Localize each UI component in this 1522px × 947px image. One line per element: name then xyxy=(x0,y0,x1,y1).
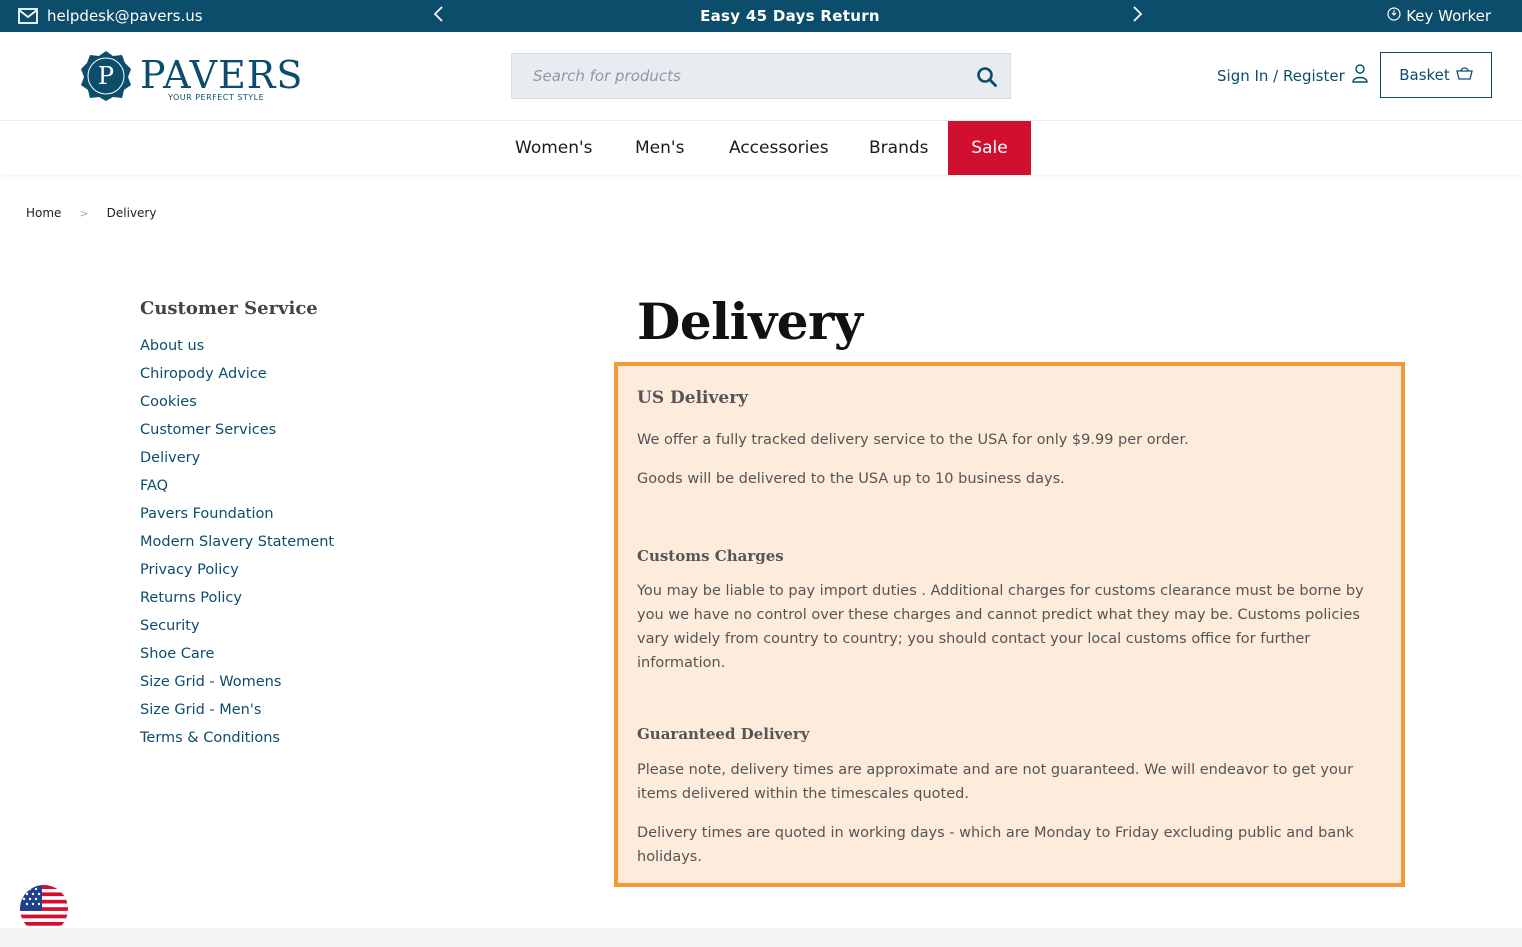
search-icon xyxy=(977,67,997,87)
breadcrumb-current: Delivery xyxy=(106,206,157,220)
key-worker-icon xyxy=(1387,7,1401,25)
us-delivery-heading: US Delivery xyxy=(637,388,749,408)
sidebar-link-about-us[interactable]: About us xyxy=(140,338,440,366)
key-worker-label: Key Worker xyxy=(1406,7,1491,25)
guaranteed-delivery-heading: Guaranteed Delivery xyxy=(637,725,810,743)
chevron-left-icon xyxy=(433,6,445,26)
page-title: Delivery xyxy=(637,292,863,351)
us-delivery-paragraph-1: We offer a fully tracked delivery servic… xyxy=(637,432,1189,448)
promo-next-button[interactable] xyxy=(1131,0,1143,32)
sidebar-link-returns-policy[interactable]: Returns Policy xyxy=(140,590,440,618)
search-input[interactable] xyxy=(512,54,962,98)
basket-icon xyxy=(1455,66,1473,84)
us-flag-icon xyxy=(20,885,68,933)
footer-strip xyxy=(0,928,1522,947)
pavers-logo-icon: P xyxy=(80,50,132,106)
main-nav: Women's Men's Accessories Brands Sale xyxy=(0,121,1522,175)
sidebar-link-privacy-policy[interactable]: Privacy Policy xyxy=(140,562,440,590)
customer-service-sidebar: Customer Service About us Chiropody Advi… xyxy=(140,298,440,758)
sidebar-link-shoe-care[interactable]: Shoe Care xyxy=(140,646,440,674)
sidebar-link-terms-conditions[interactable]: Terms & Conditions xyxy=(140,730,440,758)
promo-prev-button[interactable] xyxy=(433,0,445,32)
pavers-logo[interactable]: P PAVERS YOUR PERFECT STYLE xyxy=(80,50,304,106)
basket-button[interactable]: Basket xyxy=(1380,52,1492,98)
nav-sale[interactable]: Sale xyxy=(948,121,1031,175)
helpdesk-email-link[interactable]: helpdesk@pavers.us xyxy=(18,0,203,32)
nav-womens[interactable]: Women's xyxy=(515,121,593,175)
search-bar xyxy=(511,53,1011,99)
sidebar-link-size-grid-womens[interactable]: Size Grid - Womens xyxy=(140,674,440,702)
user-icon xyxy=(1352,64,1368,87)
sidebar-link-cookies[interactable]: Cookies xyxy=(140,394,440,422)
logo-tagline: YOUR PERFECT STYLE xyxy=(168,92,265,102)
nav-accessories[interactable]: Accessories xyxy=(729,121,829,175)
svg-text:P: P xyxy=(98,62,114,90)
sidebar-title: Customer Service xyxy=(140,298,318,319)
country-selector[interactable] xyxy=(20,885,68,933)
basket-label: Basket xyxy=(1399,66,1450,84)
breadcrumb-home[interactable]: Home xyxy=(26,206,61,220)
site-header: P PAVERS YOUR PERFECT STYLE Sign In / Re… xyxy=(0,32,1522,121)
mail-icon xyxy=(18,8,38,24)
guaranteed-delivery-paragraph-1: Please note, delivery times are approxim… xyxy=(637,762,1354,802)
chevron-right-icon xyxy=(1131,6,1143,26)
sidebar-link-size-grid-mens[interactable]: Size Grid - Men's xyxy=(140,702,440,730)
nav-brands[interactable]: Brands xyxy=(869,121,929,175)
sign-in-label: Sign In / Register xyxy=(1217,66,1345,85)
sidebar-link-faq[interactable]: FAQ xyxy=(140,478,440,506)
sidebar-link-chiropody-advice[interactable]: Chiropody Advice xyxy=(140,366,440,394)
guaranteed-delivery-paragraph-2: Delivery times are quoted in working day… xyxy=(637,825,1354,865)
sidebar-link-customer-services[interactable]: Customer Services xyxy=(140,422,440,450)
breadcrumb-separator: > xyxy=(79,206,89,220)
breadcrumb: Home > Delivery xyxy=(26,206,156,220)
nav-mens[interactable]: Men's xyxy=(635,121,684,175)
top-promo-bar: helpdesk@pavers.us Easy 45 Days Return K… xyxy=(0,0,1522,32)
promo-message: Easy 45 Days Return xyxy=(700,7,880,25)
sidebar-links: About us Chiropody Advice Cookies Custom… xyxy=(140,338,440,758)
us-delivery-paragraph-2: Goods will be delivered to the USA up to… xyxy=(637,471,1065,487)
sidebar-link-security[interactable]: Security xyxy=(140,618,440,646)
helpdesk-email-text: helpdesk@pavers.us xyxy=(47,7,203,25)
customs-charges-heading: Customs Charges xyxy=(637,547,784,565)
sidebar-link-modern-slavery[interactable]: Modern Slavery Statement xyxy=(140,534,440,562)
key-worker-link[interactable]: Key Worker xyxy=(1387,0,1491,32)
delivery-content-box: US Delivery We offer a fully tracked del… xyxy=(614,362,1405,887)
sign-in-register-link[interactable]: Sign In / Register xyxy=(1217,64,1368,87)
customs-charges-paragraph: You may be liable to pay import duties .… xyxy=(637,583,1364,671)
sidebar-link-delivery[interactable]: Delivery xyxy=(140,450,440,478)
logo-wordmark: PAVERS xyxy=(140,52,304,97)
search-button[interactable] xyxy=(976,66,998,88)
sidebar-link-pavers-foundation[interactable]: Pavers Foundation xyxy=(140,506,440,534)
